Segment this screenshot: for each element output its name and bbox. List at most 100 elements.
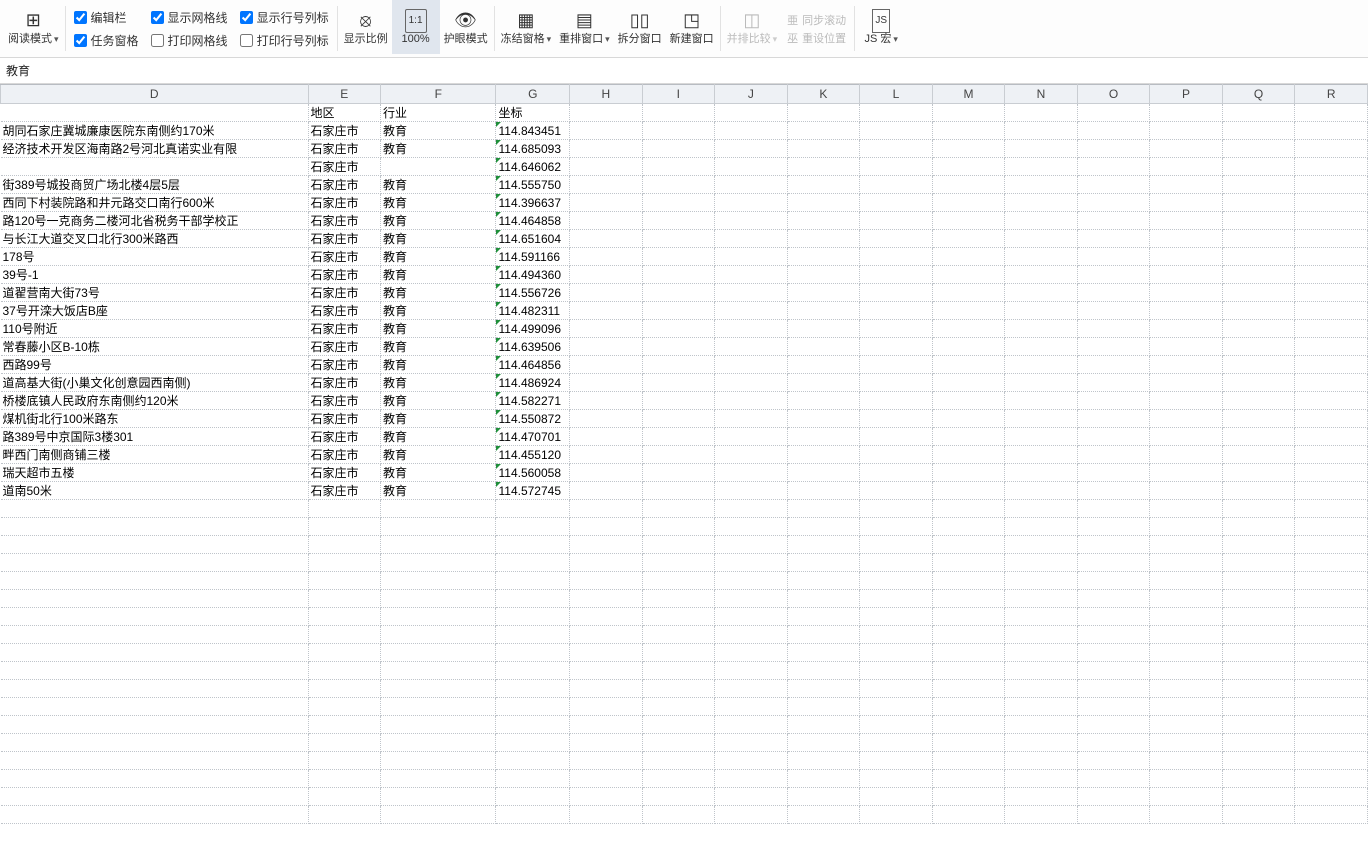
cell[interactable] bbox=[787, 536, 860, 554]
cell[interactable] bbox=[715, 572, 788, 590]
cell[interactable] bbox=[932, 662, 1005, 680]
cell[interactable] bbox=[787, 158, 860, 176]
cell[interactable]: 教育 bbox=[381, 338, 496, 356]
cell[interactable] bbox=[308, 626, 381, 644]
cell[interactable] bbox=[1222, 284, 1295, 302]
cell[interactable] bbox=[1077, 356, 1150, 374]
cell[interactable] bbox=[1077, 266, 1150, 284]
cell[interactable] bbox=[787, 608, 860, 626]
cell[interactable] bbox=[932, 104, 1005, 122]
cell[interactable] bbox=[308, 734, 381, 752]
cell[interactable] bbox=[642, 194, 715, 212]
cell[interactable]: 114.464858 bbox=[496, 212, 570, 230]
cell[interactable]: 西路99号 bbox=[1, 356, 309, 374]
cell[interactable] bbox=[1077, 464, 1150, 482]
cell[interactable] bbox=[715, 212, 788, 230]
cell[interactable] bbox=[1295, 104, 1368, 122]
cell[interactable] bbox=[1295, 266, 1368, 284]
cell[interactable] bbox=[932, 194, 1005, 212]
cell[interactable]: 教育 bbox=[381, 374, 496, 392]
cell[interactable] bbox=[860, 338, 933, 356]
table-row[interactable]: 桥楼底镇人民政府东南侧约120米石家庄市教育114.582271 bbox=[1, 392, 1368, 410]
cell[interactable] bbox=[932, 140, 1005, 158]
table-row[interactable]: 胡同石家庄冀城廉康医院东南侧约170米石家庄市教育114.843451 bbox=[1, 122, 1368, 140]
cell[interactable]: 道翟营南大街73号 bbox=[1, 284, 309, 302]
cell[interactable] bbox=[1077, 662, 1150, 680]
cell[interactable] bbox=[642, 788, 715, 806]
column-header-E[interactable]: E bbox=[308, 85, 381, 104]
cell[interactable] bbox=[381, 500, 496, 518]
cell[interactable] bbox=[1295, 806, 1368, 824]
cell[interactable] bbox=[1, 698, 309, 716]
cell[interactable] bbox=[787, 482, 860, 500]
cell[interactable] bbox=[715, 266, 788, 284]
cell[interactable] bbox=[1077, 698, 1150, 716]
table-row[interactable]: 地区行业坐标 bbox=[1, 104, 1368, 122]
cell[interactable] bbox=[932, 590, 1005, 608]
cell[interactable] bbox=[642, 482, 715, 500]
cell[interactable] bbox=[932, 770, 1005, 788]
cell[interactable] bbox=[1077, 626, 1150, 644]
cell[interactable] bbox=[570, 644, 643, 662]
column-header-F[interactable]: F bbox=[381, 85, 496, 104]
cell[interactable] bbox=[1150, 410, 1223, 428]
cell[interactable] bbox=[860, 626, 933, 644]
cell[interactable] bbox=[1, 518, 309, 536]
cell[interactable]: 石家庄市 bbox=[308, 482, 381, 500]
cell[interactable] bbox=[715, 356, 788, 374]
cell[interactable] bbox=[932, 338, 1005, 356]
cell[interactable] bbox=[1222, 626, 1295, 644]
cell[interactable] bbox=[932, 122, 1005, 140]
cell[interactable] bbox=[1295, 230, 1368, 248]
cell[interactable] bbox=[715, 788, 788, 806]
cell[interactable] bbox=[1150, 482, 1223, 500]
checkbox-edit-bar[interactable]: 编辑栏 bbox=[74, 9, 139, 26]
cell[interactable] bbox=[642, 158, 715, 176]
cell[interactable] bbox=[1077, 644, 1150, 662]
column-header-K[interactable]: K bbox=[787, 85, 860, 104]
cell[interactable] bbox=[570, 662, 643, 680]
cell[interactable]: 114.651604 bbox=[496, 230, 570, 248]
cell[interactable] bbox=[1150, 734, 1223, 752]
cell[interactable] bbox=[787, 698, 860, 716]
cell[interactable] bbox=[308, 518, 381, 536]
cell[interactable] bbox=[1005, 158, 1078, 176]
cell[interactable]: 石家庄市 bbox=[308, 248, 381, 266]
cell[interactable] bbox=[1005, 734, 1078, 752]
cell[interactable] bbox=[1077, 374, 1150, 392]
cell[interactable] bbox=[381, 662, 496, 680]
cell[interactable] bbox=[642, 212, 715, 230]
cell[interactable] bbox=[715, 608, 788, 626]
cell[interactable]: 石家庄市 bbox=[308, 320, 381, 338]
cell[interactable] bbox=[1295, 248, 1368, 266]
cell[interactable] bbox=[1077, 284, 1150, 302]
cell[interactable] bbox=[1150, 716, 1223, 734]
cell[interactable] bbox=[642, 626, 715, 644]
cell[interactable] bbox=[496, 518, 570, 536]
table-row[interactable]: 街389号城投商贸广场北楼4层5层石家庄市教育114.555750 bbox=[1, 176, 1368, 194]
cell[interactable] bbox=[1077, 248, 1150, 266]
cell[interactable] bbox=[1005, 284, 1078, 302]
cell[interactable] bbox=[1222, 572, 1295, 590]
cell[interactable] bbox=[1295, 626, 1368, 644]
cell[interactable] bbox=[570, 770, 643, 788]
cell[interactable] bbox=[715, 590, 788, 608]
cell[interactable]: 114.843451 bbox=[496, 122, 570, 140]
cell[interactable] bbox=[1150, 536, 1223, 554]
cell[interactable] bbox=[1295, 176, 1368, 194]
cell[interactable] bbox=[1, 644, 309, 662]
cell[interactable]: 教育 bbox=[381, 248, 496, 266]
cell[interactable] bbox=[1295, 410, 1368, 428]
cell[interactable] bbox=[1005, 266, 1078, 284]
cell[interactable] bbox=[1150, 644, 1223, 662]
cell[interactable] bbox=[1222, 446, 1295, 464]
cell[interactable] bbox=[715, 338, 788, 356]
cell[interactable]: 114.639506 bbox=[496, 338, 570, 356]
cell[interactable] bbox=[570, 104, 643, 122]
cell[interactable] bbox=[860, 464, 933, 482]
cell[interactable] bbox=[860, 356, 933, 374]
cell[interactable] bbox=[787, 644, 860, 662]
cell[interactable] bbox=[1005, 500, 1078, 518]
cell[interactable] bbox=[308, 536, 381, 554]
cell[interactable] bbox=[787, 464, 860, 482]
